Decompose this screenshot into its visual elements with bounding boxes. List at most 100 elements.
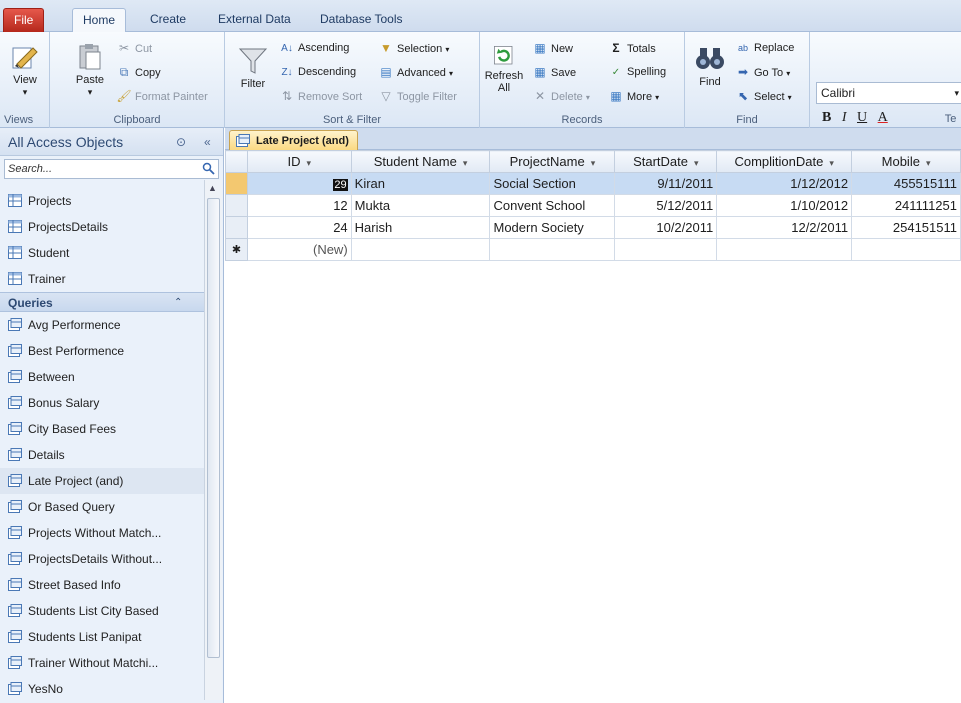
ascending-button[interactable]: A↓ Ascending [279, 38, 349, 58]
cell-id[interactable]: 24 [246, 216, 352, 239]
cell-complition-date[interactable]: 1/10/2012 [716, 194, 853, 217]
select-button[interactable]: ⬉ Select ▾ [735, 86, 792, 106]
tab-home[interactable]: Home [72, 8, 127, 33]
nav-table-item[interactable]: ProjectsDetails [0, 214, 204, 240]
record-selector[interactable] [225, 194, 248, 217]
cell-id-new[interactable]: (New) [246, 238, 352, 261]
scroll-up-icon[interactable]: ▲ [208, 183, 217, 193]
table-row[interactable]: 12 Mukta Convent School 5/12/2011 1/10/2… [225, 194, 961, 217]
refresh-all-button[interactable]: Refresh All [484, 44, 524, 94]
new-record-button[interactable]: ▦ New [532, 38, 573, 58]
column-header-id[interactable]: ID ▾ [246, 150, 352, 173]
more-button[interactable]: ▦ More ▾ [608, 86, 659, 106]
dropdown-arrow-icon[interactable]: ▾ [463, 158, 468, 168]
descending-button[interactable]: Z↓ Descending [279, 62, 356, 82]
cell-id[interactable]: 12 [246, 194, 352, 217]
cell-mobile[interactable]: 241111251 [851, 194, 961, 217]
cell-student-name[interactable]: Mukta [350, 194, 491, 217]
replace-button[interactable]: ab Replace [735, 38, 794, 58]
dropdown-arrow-icon[interactable]: ▾ [829, 158, 834, 168]
nav-query-item[interactable]: Late Project (and) [0, 468, 204, 494]
underline-button[interactable]: U [857, 110, 867, 125]
find-button[interactable]: Find [693, 44, 727, 88]
cell-project-name[interactable]: Modern Society [489, 216, 616, 239]
nav-search-box[interactable]: Search... [4, 159, 219, 179]
tab-database-tools[interactable]: Database Tools [310, 8, 413, 32]
font-name-box[interactable]: Calibri ▾ [816, 82, 961, 104]
advanced-button[interactable]: ▤ Advanced ▾ [378, 62, 453, 82]
dropdown-arrow-icon[interactable]: ▾ [591, 158, 596, 168]
nav-scrollbar[interactable]: ▲ [204, 180, 222, 700]
collapse-pane-icon[interactable]: « [204, 128, 211, 156]
totals-button[interactable]: Σ Totals [608, 38, 655, 58]
nav-query-item[interactable]: Details [0, 442, 204, 468]
cell-student-name[interactable]: Kiran [350, 172, 491, 195]
copy-button[interactable]: ⧉ Copy [116, 62, 161, 82]
nav-query-item[interactable]: Bonus Salary [0, 390, 204, 416]
dropdown-arrow-icon[interactable]: ▾ [926, 158, 931, 168]
record-selector[interactable] [225, 216, 248, 239]
format-painter-button[interactable]: 🖌 Format Painter [116, 86, 207, 106]
record-selector[interactable] [225, 172, 248, 195]
document-tab-late-project[interactable]: Late Project (and) [229, 130, 358, 150]
nav-query-item[interactable]: ProjectsDetails Without... [0, 546, 204, 572]
tab-create[interactable]: Create [140, 8, 196, 32]
column-header-student-name[interactable]: Student Name ▾ [350, 150, 491, 173]
cell-start-date[interactable]: 9/11/2011 [614, 172, 718, 195]
cut-button[interactable]: ✂ Cut [116, 38, 152, 58]
nav-query-item[interactable]: Trainer Without Matchi... [0, 650, 204, 676]
nav-query-item[interactable]: City Based Fees [0, 416, 204, 442]
nav-menu-icon[interactable]: ⊙ [176, 128, 186, 156]
nav-query-item[interactable]: Street Based Info [0, 572, 204, 598]
nav-query-item[interactable]: Between [0, 364, 204, 390]
dropdown-arrow-icon[interactable]: ▾ [694, 158, 699, 168]
cell-start-date[interactable]: 10/2/2011 [614, 216, 718, 239]
nav-table-item[interactable]: Projects [0, 188, 204, 214]
cell-mobile[interactable]: 455515111 [851, 172, 961, 195]
nav-query-item[interactable]: Students List Panipat [0, 624, 204, 650]
dropdown-arrow-icon[interactable]: ▾ [307, 158, 312, 168]
nav-query-item[interactable]: Students List City Based [0, 598, 204, 624]
cell-project-name[interactable]: Convent School [489, 194, 616, 217]
cell-complition-date[interactable]: 1/12/2012 [716, 172, 853, 195]
nav-query-item[interactable]: Or Based Query [0, 494, 204, 520]
font-color-button[interactable]: A [878, 110, 888, 125]
filter-button[interactable]: Filter [237, 46, 269, 90]
goto-button[interactable]: ➡ Go To ▾ [735, 62, 790, 82]
scrollbar-thumb[interactable] [207, 198, 220, 658]
delete-record-button[interactable]: ✕ Delete ▾ [532, 86, 590, 106]
view-button[interactable]: View ▾ [6, 42, 44, 98]
tab-file[interactable]: File [3, 8, 45, 32]
search-icon[interactable] [202, 162, 215, 175]
selection-button[interactable]: ▼ Selection ▾ [378, 38, 449, 58]
column-header-project-name[interactable]: ProjectName ▾ [489, 150, 616, 173]
spelling-button[interactable]: ✓ Spelling [608, 62, 666, 82]
nav-query-item[interactable]: Projects Without Match... [0, 520, 204, 546]
cell-empty[interactable] [851, 238, 961, 261]
tab-external-data[interactable]: External Data [208, 8, 301, 32]
bold-button[interactable]: B [822, 110, 831, 125]
cell-empty[interactable] [614, 238, 718, 261]
remove-sort-button[interactable]: ⇅ Remove Sort [279, 86, 362, 106]
nav-table-item[interactable]: Student [0, 240, 204, 266]
select-all-cell[interactable] [225, 150, 248, 173]
nav-query-item[interactable]: Best Performence [0, 338, 204, 364]
cell-complition-date[interactable]: 12/2/2011 [716, 216, 853, 239]
cell-project-name[interactable]: Social Section [489, 172, 616, 195]
cell-mobile[interactable]: 254151511 [851, 216, 961, 239]
toggle-filter-button[interactable]: ▽ Toggle Filter [378, 86, 457, 106]
column-header-mobile[interactable]: Mobile ▾ [851, 150, 961, 173]
table-row[interactable]: 29 Kiran Social Section 9/11/2011 1/12/2… [225, 172, 961, 195]
cell-empty[interactable] [489, 238, 616, 261]
table-row[interactable]: 24 Harish Modern Society 10/2/2011 12/2/… [225, 216, 961, 239]
save-record-button[interactable]: ▦ Save [532, 62, 576, 82]
column-header-start-date[interactable]: StartDate ▾ [614, 150, 718, 173]
nav-query-item[interactable]: Avg Performence [0, 312, 204, 338]
cell-id[interactable]: 29 [246, 172, 352, 195]
nav-query-item[interactable]: YesNo [0, 676, 204, 702]
cell-empty[interactable] [350, 238, 491, 261]
nav-section-queries[interactable]: Queries ⌃ [0, 292, 204, 312]
nav-table-item[interactable]: Trainer [0, 266, 204, 292]
new-record-row[interactable]: ✱ (New) [225, 238, 961, 261]
italic-button[interactable]: I [842, 110, 847, 125]
